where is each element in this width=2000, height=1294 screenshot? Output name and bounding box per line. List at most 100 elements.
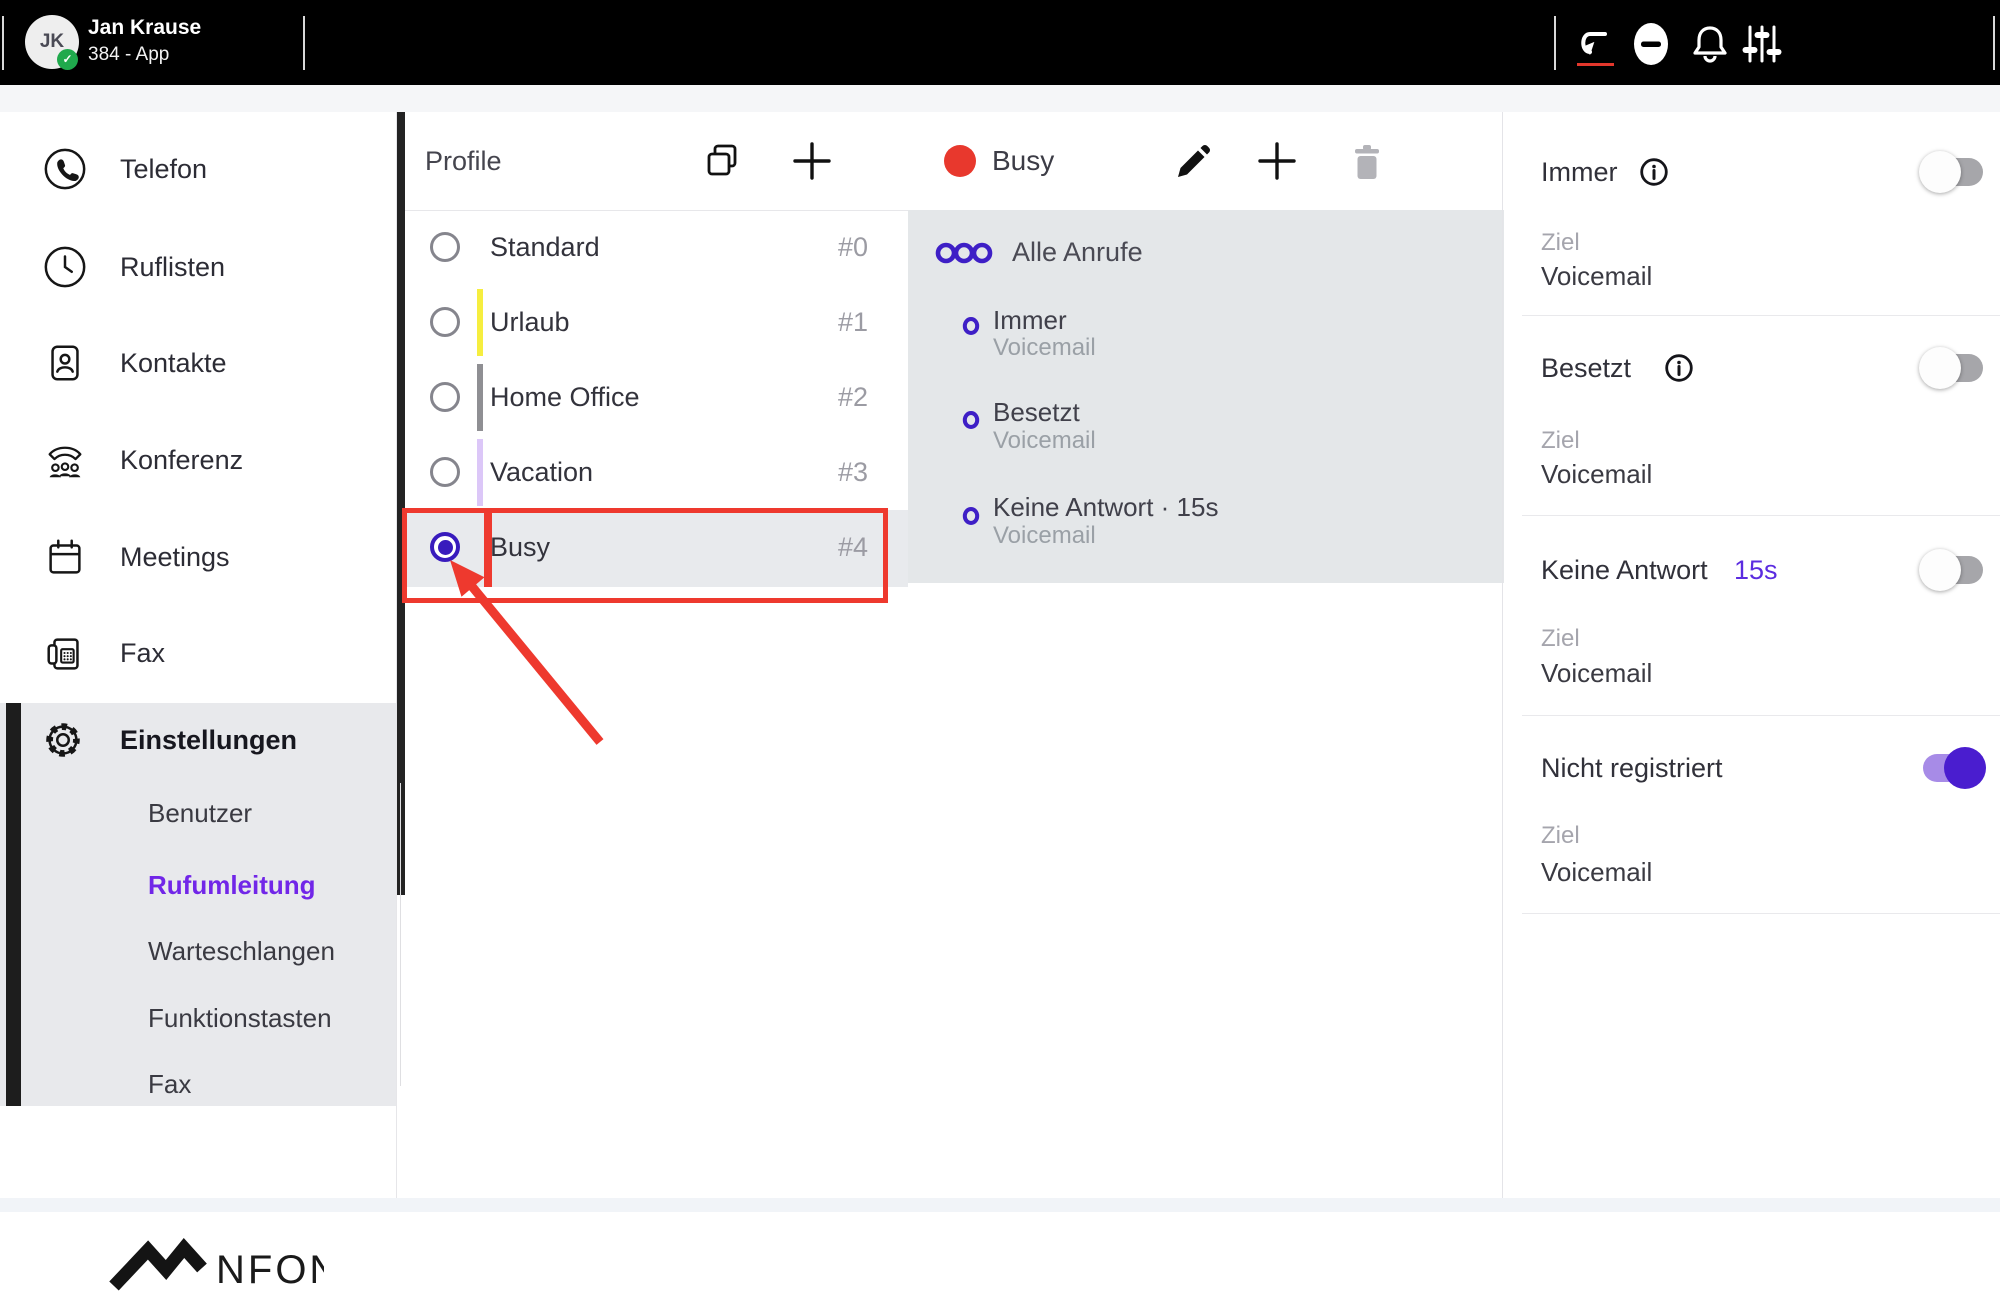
profile-color-bar	[477, 439, 483, 506]
profile-color-bar	[477, 364, 483, 431]
header-left-divider	[2, 16, 4, 70]
profiles-scrollbar[interactable]	[397, 112, 405, 895]
target-label: Ziel	[1541, 229, 1580, 256]
contacts-icon	[42, 340, 88, 386]
radio-standard[interactable]	[430, 232, 460, 262]
rule-target: Voicemail	[993, 522, 1096, 550]
target-value[interactable]: Voicemail	[1541, 659, 1652, 688]
add-rule-icon[interactable]	[1255, 139, 1299, 183]
target-label: Ziel	[1541, 427, 1580, 454]
profile-row-vacation[interactable]: Vacation #3	[405, 435, 908, 510]
rule-target: Voicemail	[993, 334, 1096, 362]
subitem-label: Benutzer	[148, 795, 252, 831]
subitem-label: Fax	[148, 1066, 191, 1102]
sidebar-item-label: Einstellungen	[120, 703, 297, 777]
status-available-icon: ✓	[57, 49, 78, 70]
header-gap-strip	[0, 85, 2000, 112]
add-profile-icon[interactable]	[790, 139, 834, 183]
radio-urlaub[interactable]	[430, 307, 460, 337]
radio-vacation[interactable]	[430, 457, 460, 487]
section-divider	[1522, 715, 2000, 716]
do-not-disturb-icon[interactable]	[1632, 20, 1676, 64]
timeout-value[interactable]: 15s	[1734, 555, 1778, 585]
sidebar-item-fax[interactable]: Fax	[0, 620, 396, 686]
nfon-logo: NFON	[104, 1236, 324, 1294]
delete-trash-icon[interactable]	[1345, 140, 1389, 184]
sidebar-item-einstellungen[interactable]: Einstellungen	[0, 703, 396, 777]
sidebar-item-label: Fax	[120, 620, 165, 686]
target-value[interactable]: Voicemail	[1541, 858, 1652, 887]
toggle-nicht-registriert[interactable]	[1923, 754, 1983, 782]
target-label: Ziel	[1541, 625, 1580, 652]
header-divider-right	[1554, 16, 1556, 70]
info-icon[interactable]	[1664, 353, 1694, 383]
section-title: Besetzt	[1541, 353, 1631, 383]
rule-item-besetzt[interactable]: Besetzt Voicemail	[908, 392, 1504, 456]
profile-rules-panel: Busy	[908, 112, 1504, 1198]
profile-row-home-office[interactable]: Home Office #2	[405, 360, 908, 435]
forwarding-panel-border	[1502, 112, 1503, 1198]
nfon-logo-text: NFON	[216, 1248, 324, 1292]
sidebar-scroll-indicator[interactable]	[6, 703, 21, 1106]
toggle-besetzt[interactable]	[1923, 354, 1983, 382]
target-value[interactable]: Voicemail	[1541, 460, 1652, 489]
target-value[interactable]: Voicemail	[1541, 262, 1652, 291]
toggle-immer[interactable]	[1923, 158, 1983, 186]
profile-number: #3	[838, 435, 868, 510]
rule-item-immer[interactable]: Immer Voicemail	[908, 298, 1504, 362]
fax-machine-icon	[42, 630, 88, 676]
calendar-icon	[42, 534, 88, 580]
copy-profile-icon[interactable]	[700, 139, 744, 183]
toggle-knob	[1944, 747, 1986, 789]
sidebar-subitem-fax[interactable]: Fax	[0, 1066, 396, 1102]
rules-profile-title: Busy	[992, 112, 1054, 210]
profiles-panel: Profile Standard #0 Urlaub #1 Home Offic…	[405, 112, 909, 1198]
sidebar-item-kontakte[interactable]: Kontakte	[0, 330, 396, 396]
top-bar: JK ✓ Jan Krause 384 - App	[0, 0, 2000, 85]
sidebar-subitem-funktionstasten[interactable]: Funktionstasten	[0, 1000, 396, 1036]
user-name: Jan Krause	[88, 16, 201, 40]
target-label: Ziel	[1541, 822, 1580, 849]
info-icon[interactable]	[1639, 157, 1669, 187]
subitem-label-active: Rufumleitung	[148, 867, 316, 903]
call-history-clock-icon	[42, 244, 88, 290]
all-calls-row[interactable]: Alle Anrufe	[908, 210, 1504, 294]
rules-header: Busy	[908, 112, 1504, 210]
edit-pencil-icon[interactable]	[1170, 139, 1214, 183]
sidebar-subitem-benutzer[interactable]: Benutzer	[0, 795, 396, 831]
annotation-highlight-box	[402, 508, 888, 603]
section-title: Nicht registriert	[1541, 753, 1723, 783]
sidebar-item-label: Kontakte	[120, 330, 227, 396]
profile-color-dot	[944, 145, 976, 177]
audio-settings-sliders-icon[interactable]	[1740, 22, 1784, 66]
rule-item-keine-antwort[interactable]: Keine Antwort · 15s Voicemail	[908, 488, 1504, 552]
rules-list: Alle Anrufe Immer Voicemail Besetzt Voic…	[908, 210, 1504, 583]
profile-name: Standard	[490, 210, 600, 285]
sidebar-subitem-warteschlangen[interactable]: Warteschlangen	[0, 933, 396, 969]
sidebar-item-label: Konferenz	[120, 427, 243, 493]
profile-name: Urlaub	[490, 285, 570, 360]
subitem-label: Funktionstasten	[148, 1000, 332, 1036]
profile-row-standard[interactable]: Standard #0	[405, 210, 908, 285]
sidebar-subitem-rufumleitung[interactable]: Rufumleitung	[0, 867, 396, 903]
sidebar-item-meetings[interactable]: Meetings	[0, 524, 396, 590]
sidebar-item-telefon[interactable]: Telefon	[0, 136, 396, 202]
conference-icon	[42, 437, 88, 483]
notifications-bell-icon[interactable]	[1688, 22, 1732, 66]
rule-ring-icon	[962, 506, 980, 526]
profiles-scrollbar-track	[400, 783, 401, 1086]
toggle-keine-antwort[interactable]	[1923, 556, 1983, 584]
sidebar-item-konferenz[interactable]: Konferenz	[0, 427, 396, 493]
call-forward-icon[interactable]	[1573, 22, 1617, 66]
header-right-edge	[1993, 16, 1995, 70]
sidebar-nav: Telefon Ruflisten Kontakte	[0, 112, 397, 1198]
sidebar-item-ruflisten[interactable]: Ruflisten	[0, 234, 396, 300]
rule-title: Immer	[993, 305, 1067, 335]
profile-number: #1	[838, 285, 868, 360]
user-extension: 384 - App	[88, 44, 169, 66]
sidebar-item-label: Meetings	[120, 524, 230, 590]
radio-home-office[interactable]	[430, 382, 460, 412]
profile-row-urlaub[interactable]: Urlaub #1	[405, 285, 908, 360]
sidebar-item-label: Telefon	[120, 136, 207, 202]
header-divider	[303, 16, 305, 70]
